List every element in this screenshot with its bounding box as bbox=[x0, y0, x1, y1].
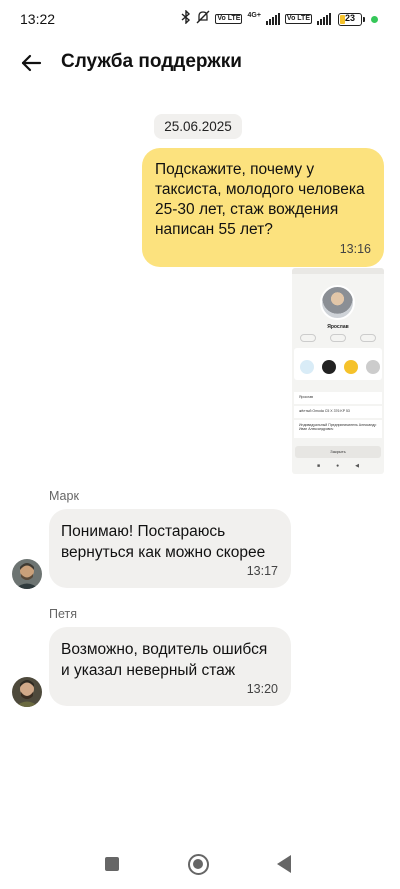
outgoing-message[interactable]: Подскажите, почему у таксиста, молодого … bbox=[142, 148, 384, 267]
privacy-indicator-dot bbox=[371, 15, 378, 23]
badge-clean-icon bbox=[300, 360, 314, 374]
avatar-image bbox=[12, 677, 42, 707]
mute-icon bbox=[196, 10, 210, 28]
message-text: Понимаю! Постараюсь вернуться как можно … bbox=[61, 523, 266, 561]
attachment-status-bar bbox=[292, 268, 384, 274]
back-triangle-icon[interactable] bbox=[277, 855, 291, 873]
avatar-image bbox=[12, 559, 42, 589]
message-time: 13:20 bbox=[246, 682, 278, 696]
battery-level: 23 bbox=[344, 12, 355, 23]
signal-icon-2 bbox=[317, 13, 331, 25]
battery-icon: 23 bbox=[338, 12, 365, 26]
volte-badge-1: Vo LTE bbox=[215, 14, 243, 24]
page-title: Служба поддержки bbox=[61, 51, 242, 72]
stat-pill bbox=[360, 334, 376, 342]
compliment-badges bbox=[300, 360, 384, 374]
info-row: Ярослав bbox=[294, 392, 382, 404]
triangle-icon: ◀ bbox=[355, 463, 359, 469]
arrow-left-icon bbox=[21, 54, 42, 72]
stat-pill bbox=[300, 334, 316, 342]
square-icon: ■ bbox=[317, 463, 321, 469]
status-icons: Vo LTE 4G+ Vo LTE 23 bbox=[181, 9, 378, 28]
signal-icon bbox=[265, 13, 280, 25]
stat-pill bbox=[330, 334, 346, 342]
home-circle-icon[interactable] bbox=[188, 854, 209, 875]
avatar[interactable] bbox=[12, 559, 42, 589]
system-nav-bar bbox=[0, 840, 400, 889]
sender-name: Марк bbox=[49, 489, 79, 503]
network-label: 4G+ bbox=[247, 11, 261, 19]
circle-icon: ● bbox=[336, 463, 340, 469]
badge-smile-icon bbox=[344, 360, 358, 374]
incoming-message[interactable]: Возможно, водитель ошибся и указал невер… bbox=[49, 627, 291, 706]
status-time: 13:22 bbox=[20, 11, 56, 27]
back-button[interactable] bbox=[16, 48, 48, 78]
driver-photo bbox=[320, 285, 355, 320]
message-text: Подскажите, почему у таксиста, молодого … bbox=[155, 161, 365, 238]
sender-name: Петя bbox=[49, 607, 78, 621]
incoming-message[interactable]: Понимаю! Постараюсь вернуться как можно … bbox=[49, 509, 291, 588]
message-time: 13:16 bbox=[339, 242, 371, 256]
attachment-nav-bar: ■ ● ◀ bbox=[292, 463, 384, 469]
driver-stats bbox=[300, 334, 376, 342]
info-row: жёлтый Omoda C5 X 376 KP 53 bbox=[294, 406, 382, 418]
message-time: 13:17 bbox=[246, 564, 278, 578]
info-row: Индивидуальный Предприниматель Александр… bbox=[294, 420, 382, 438]
badge-driving-icon bbox=[322, 360, 336, 374]
attachment-close-button: Закрыть bbox=[295, 446, 381, 458]
driver-name: Ярослав bbox=[327, 324, 349, 330]
status-bar: 13:22 Vo LTE 4G+ Vo LTE 23 bbox=[0, 0, 400, 38]
date-divider: 25.06.2025 bbox=[154, 114, 242, 139]
recents-square-icon[interactable] bbox=[105, 857, 119, 871]
image-attachment[interactable]: Ярослав Ярослав жёлтый Omoda C5 X 376 KP… bbox=[292, 268, 384, 474]
avatar[interactable] bbox=[12, 677, 42, 707]
badge-more-icon bbox=[366, 360, 380, 374]
bluetooth-icon bbox=[181, 9, 191, 28]
message-text: Возможно, водитель ошибся и указал невер… bbox=[61, 641, 268, 679]
header: Служба поддержки bbox=[0, 40, 400, 86]
volte-badge-2: Vo LTE bbox=[284, 14, 312, 24]
